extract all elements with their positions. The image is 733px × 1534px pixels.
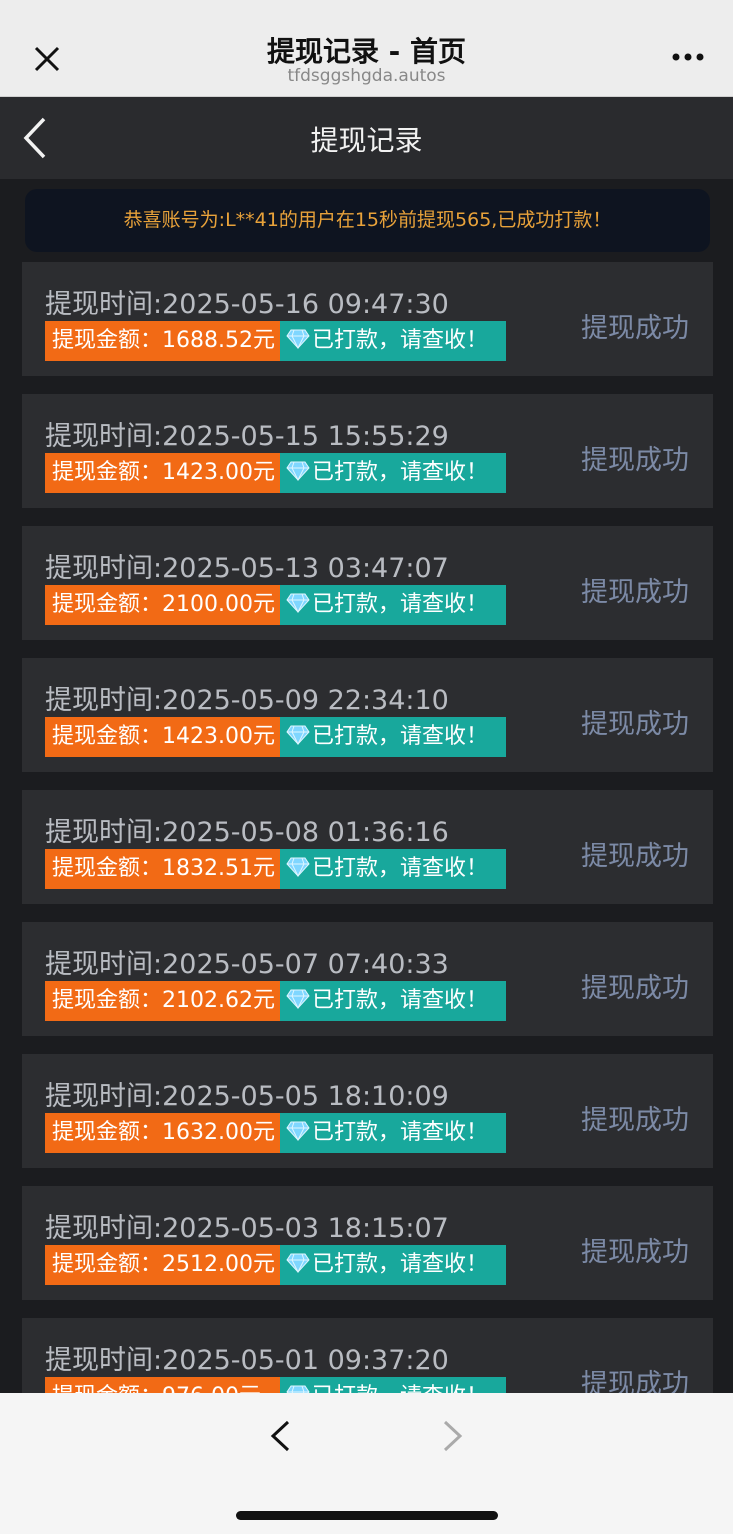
paid-text: 已打款，请查收！ bbox=[312, 724, 489, 749]
browser-toolbar: 提现记录 - 首页 tfdsggshgda.autos bbox=[0, 0, 733, 97]
withdraw-time: 提现时间:2025-05-05 18:10:09 bbox=[45, 1081, 449, 1112]
amount-badge: 提现金额：1688.52元 bbox=[45, 321, 280, 361]
paid-text: 已打款，请查收！ bbox=[312, 460, 489, 485]
withdraw-time: 提现时间:2025-05-07 07:40:33 bbox=[45, 949, 449, 980]
status-label: 提现成功 bbox=[581, 1237, 689, 1268]
status-label: 提现成功 bbox=[581, 973, 689, 1004]
record-card[interactable]: 提现时间:2025-05-09 22:34:10 提现金额：1423.00元 已打款… bbox=[22, 658, 713, 772]
record-card[interactable]: 提现时间:2025-05-05 18:10:09 提现金额：1632.00元 已打款… bbox=[22, 1054, 713, 1168]
app-header: 提现记录 bbox=[0, 97, 733, 179]
page-title: 提现记录 bbox=[310, 124, 423, 157]
browser-title: 提现记录 - 首页 bbox=[266, 35, 467, 68]
paid-badge: 已打款，请查收！ bbox=[280, 717, 506, 757]
withdraw-time: 提现时间:2025-05-16 09:47:30 bbox=[45, 289, 449, 320]
notice-banner: 恭喜账号为:L**41的用户在15秒前提现565,已成功打款！ bbox=[25, 189, 710, 252]
withdraw-time: 提现时间:2025-05-08 01:36:16 bbox=[45, 817, 449, 848]
paid-text: 已打款，请查收！ bbox=[312, 1384, 488, 1393]
withdraw-time: 提现时间:2025-05-01 09:37:20 bbox=[45, 1345, 449, 1376]
paid-text: 已打款，请查收！ bbox=[312, 328, 489, 353]
amount-badge: 提现金额：1632.00元 bbox=[45, 1113, 280, 1153]
withdraw-time: 提现时间:2025-05-15 15:55:29 bbox=[45, 421, 449, 452]
browser-bottom-bar bbox=[0, 1393, 733, 1534]
record-card[interactable]: 提现时间:2025-05-13 03:47:07 提现金额：2100.00元 已打款… bbox=[22, 526, 713, 640]
withdraw-time: 提现时间:2025-05-09 22:34:10 bbox=[45, 685, 449, 716]
paid-badge: 已打款，请查收！ bbox=[280, 1377, 506, 1393]
nav-back-icon[interactable] bbox=[268, 1419, 292, 1453]
paid-text: 已打款，请查收！ bbox=[312, 1120, 489, 1145]
nav-forward-icon[interactable] bbox=[441, 1419, 465, 1453]
amount-badge: 提现金额：1423.00元 bbox=[45, 453, 280, 493]
paid-badge: 已打款，请查收！ bbox=[280, 453, 506, 493]
diamond-icon bbox=[286, 593, 310, 613]
diamond-icon bbox=[286, 1385, 310, 1393]
record-card[interactable]: 提现时间:2025-05-08 01:36:16 提现金额：1832.51元 已打款… bbox=[22, 790, 713, 904]
paid-badge: 已打款，请查收！ bbox=[280, 1113, 506, 1153]
diamond-icon bbox=[286, 857, 310, 877]
record-card[interactable]: 提现时间:2025-05-01 09:37:20提现金额：976.00元 已打款，… bbox=[22, 1318, 713, 1393]
paid-badge: 已打款，请查收！ bbox=[280, 1245, 506, 1285]
paid-text: 已打款，请查收！ bbox=[312, 856, 489, 881]
more-dots-icon[interactable] bbox=[671, 50, 705, 64]
diamond-icon bbox=[286, 1121, 310, 1141]
diamond-icon bbox=[286, 1253, 310, 1273]
diamond-icon bbox=[286, 989, 310, 1009]
paid-badge: 已打款，请查收！ bbox=[280, 981, 506, 1021]
record-card[interactable]: 提现时间:2025-05-15 15:55:29 提现金额：1423.00元 已打款… bbox=[22, 394, 713, 508]
paid-badge: 已打款，请查收！ bbox=[280, 849, 506, 889]
paid-text: 已打款，请查收！ bbox=[312, 1252, 489, 1277]
amount-badge: 提现金额：2100.00元 bbox=[45, 585, 280, 625]
paid-text: 已打款，请查收！ bbox=[312, 988, 489, 1013]
paid-text: 已打款，请查收！ bbox=[312, 592, 489, 617]
diamond-icon bbox=[286, 725, 310, 745]
withdraw-time: 提现时间:2025-05-13 03:47:07 bbox=[45, 553, 449, 584]
record-card[interactable]: 提现时间:2025-05-16 09:47:30 提现金额：1688.52元 已打款… bbox=[22, 262, 713, 376]
records-list[interactable]: 恭喜账号为:L**41的用户在15秒前提现565,已成功打款！ 提现时间:202… bbox=[0, 179, 733, 1393]
status-label: 提现成功 bbox=[581, 1369, 689, 1393]
paid-badge: 已打款，请查收！ bbox=[280, 321, 506, 361]
status-label: 提现成功 bbox=[581, 841, 689, 872]
status-label: 提现成功 bbox=[581, 313, 689, 344]
status-label: 提现成功 bbox=[581, 1105, 689, 1136]
withdraw-time: 提现时间:2025-05-03 18:15:07 bbox=[45, 1213, 449, 1244]
record-card[interactable]: 提现时间:2025-05-07 07:40:33 提现金额：2102.62元 已打款… bbox=[22, 922, 713, 1036]
diamond-icon bbox=[286, 461, 310, 481]
amount-badge: 提现金额：2512.00元 bbox=[45, 1245, 280, 1285]
amount-badge: 提现金额：1832.51元 bbox=[45, 849, 280, 889]
home-indicator bbox=[236, 1511, 498, 1520]
amount-badge: 提现金额：1423.00元 bbox=[45, 717, 280, 757]
status-label: 提现成功 bbox=[581, 445, 689, 476]
browser-url: tfdsggshgda.autos bbox=[287, 66, 446, 86]
status-label: 提现成功 bbox=[581, 709, 689, 740]
diamond-icon bbox=[286, 329, 310, 349]
amount-badge: 提现金额：976.00元 bbox=[45, 1377, 280, 1393]
status-label: 提现成功 bbox=[581, 577, 689, 608]
record-card[interactable]: 提现时间:2025-05-03 18:15:07 提现金额：2512.00元 已打款… bbox=[22, 1186, 713, 1300]
paid-badge: 已打款，请查收！ bbox=[280, 585, 506, 625]
amount-badge: 提现金额：2102.62元 bbox=[45, 981, 280, 1021]
